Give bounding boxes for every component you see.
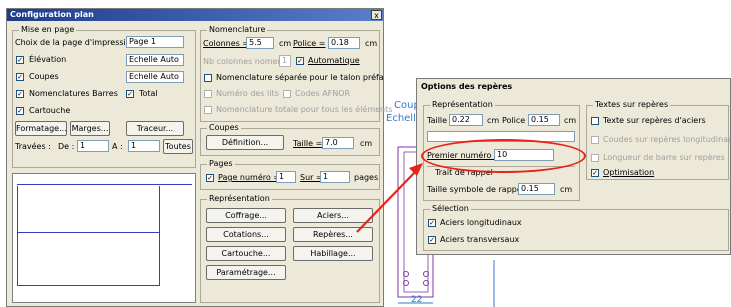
highlight-arrow bbox=[356, 163, 423, 233]
